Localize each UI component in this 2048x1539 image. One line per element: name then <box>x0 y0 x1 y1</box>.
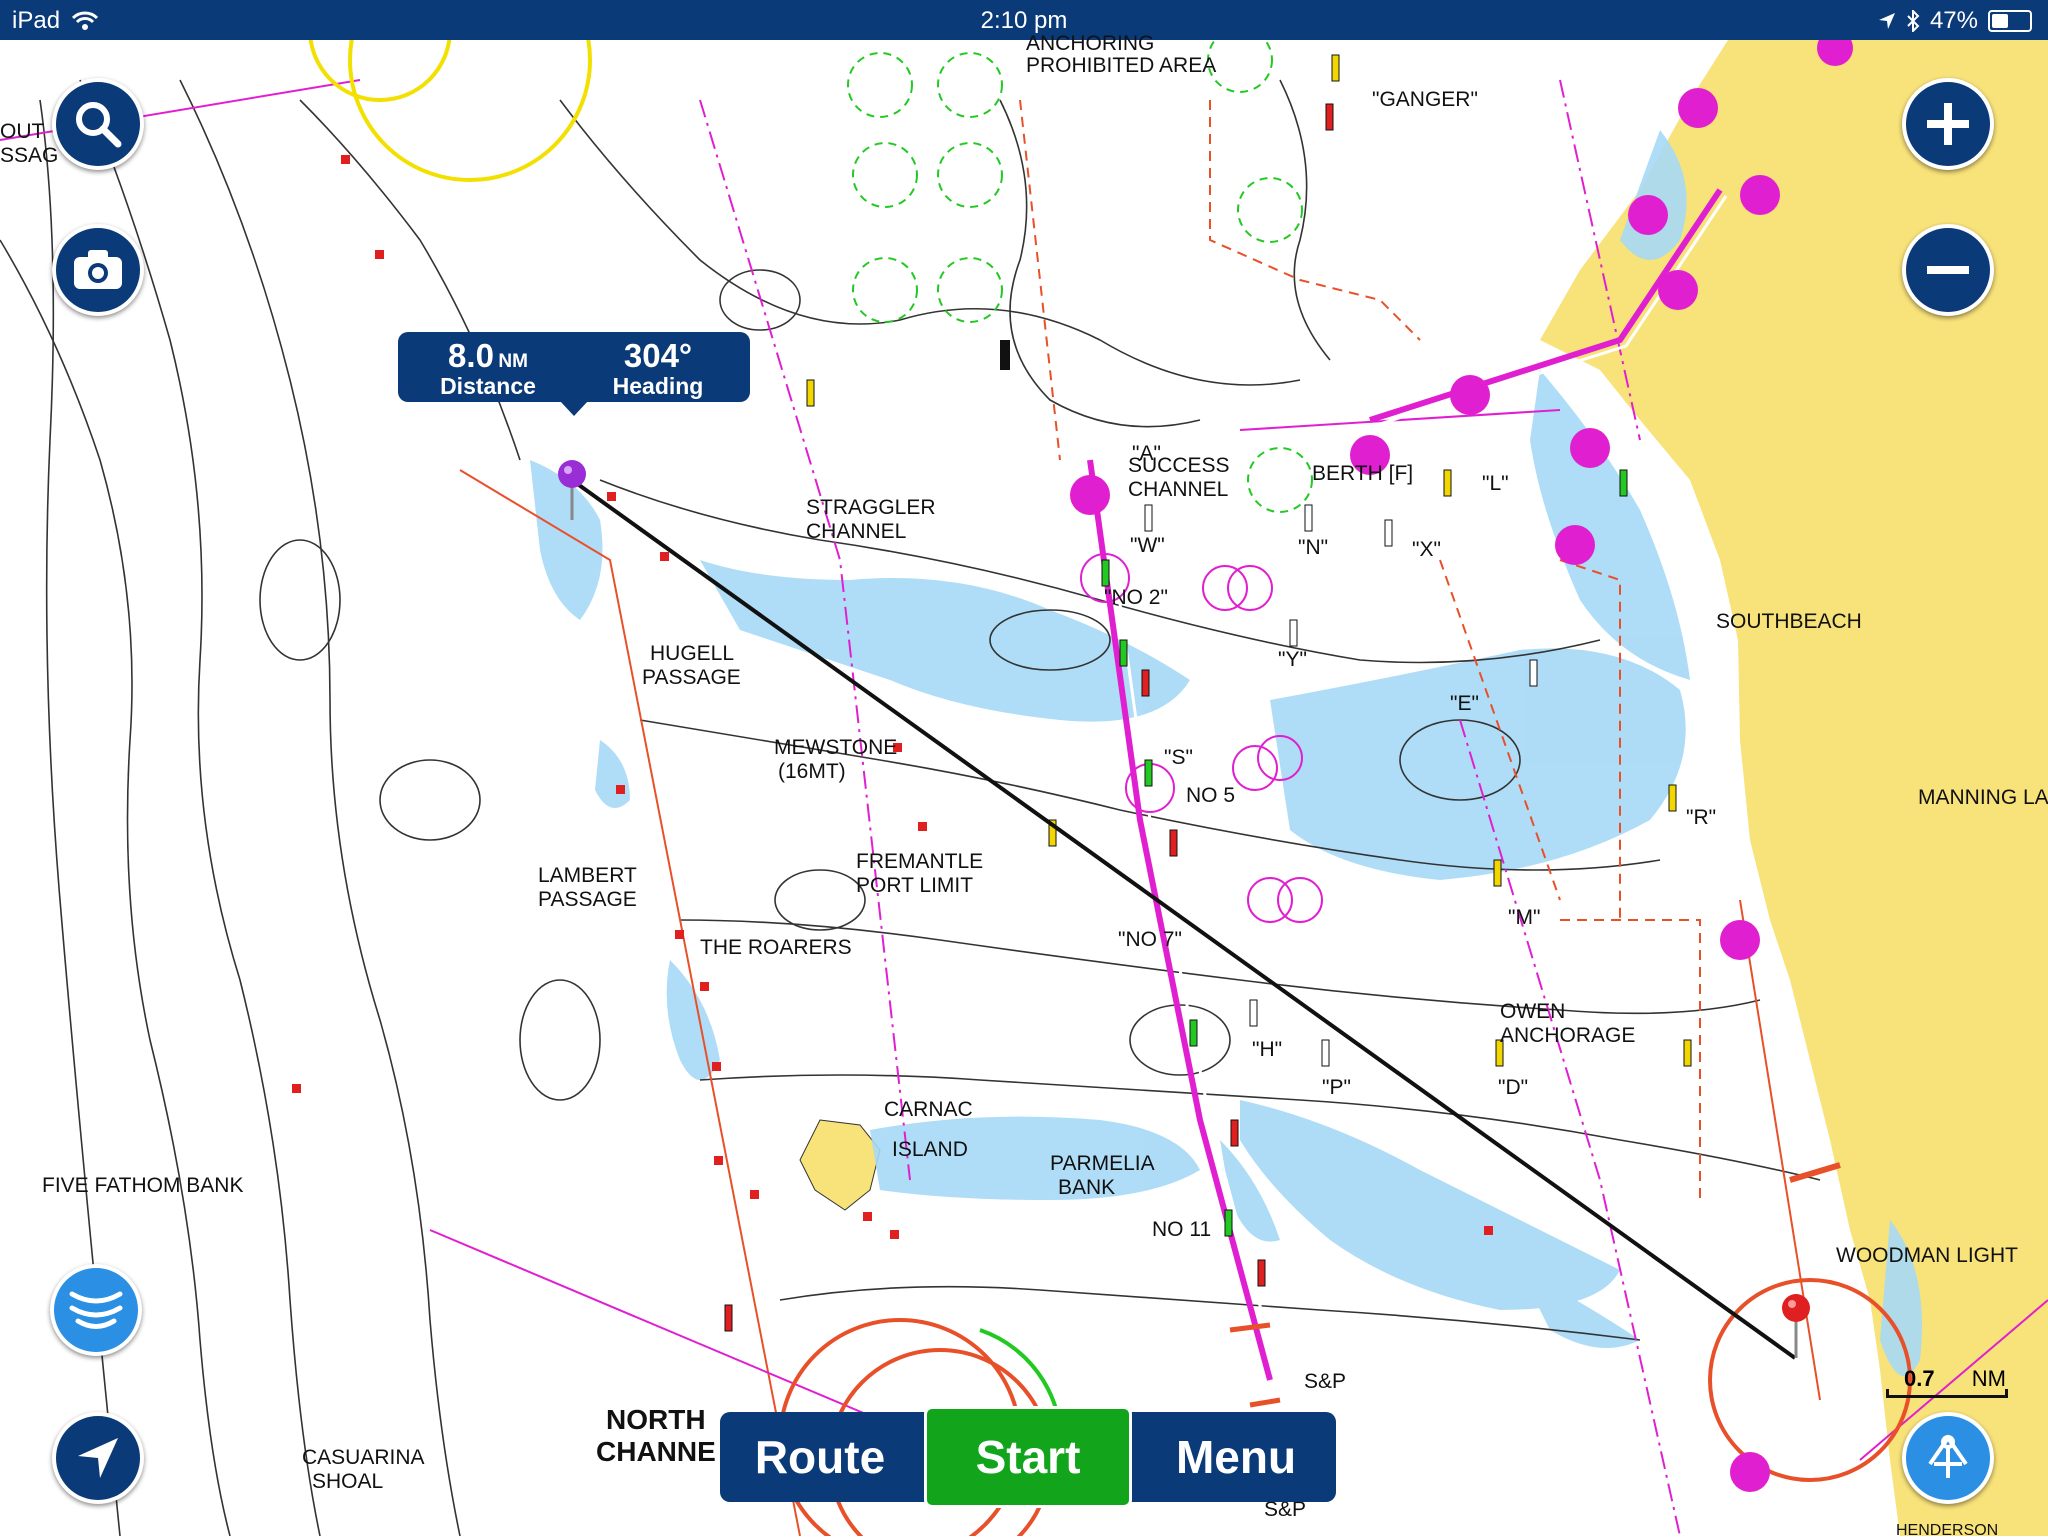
anchor-button[interactable] <box>1902 1412 1994 1504</box>
label-shoal: SHOAL <box>312 1470 384 1493</box>
heading-readout: 304° Heading <box>578 337 738 399</box>
label-the-roarers: THE ROARERS <box>700 936 852 959</box>
label-port-limit: PORT LIMIT <box>856 874 974 897</box>
distance-unit: NM <box>498 351 528 372</box>
label-no2: "NO 2" <box>1104 586 1168 609</box>
label-d: "D" <box>1498 1076 1529 1099</box>
sonar-icon <box>69 1291 123 1329</box>
label-out: OUT <box>0 120 45 143</box>
distance-readout: 8.0 NM Distance <box>408 337 568 399</box>
label-sp-1: S&P <box>1304 1370 1347 1393</box>
scale-bar: 0.7 NM <box>1884 1366 2010 1402</box>
search-button[interactable] <box>52 78 144 170</box>
label-north: NORTH <box>606 1404 706 1435</box>
status-bar: iPad 2:10 pm 47% <box>0 0 2048 40</box>
label-r: "R" <box>1686 806 1717 829</box>
label-n: "N" <box>1298 536 1329 559</box>
nautical-chart[interactable] <box>0 40 2048 1536</box>
camera-button[interactable] <box>52 224 144 316</box>
label-parmelia: PARMELIA <box>1050 1152 1155 1175</box>
label-straggler: STRAGGLER <box>806 496 936 519</box>
zoom-in-button[interactable] <box>1902 78 1994 170</box>
label-a: "A" <box>1132 442 1161 465</box>
label-carnac: CARNAC <box>884 1098 973 1121</box>
label-manning: MANNING LA <box>1918 786 2048 809</box>
route-button[interactable]: Route <box>720 1412 920 1502</box>
label-fremantle: FREMANTLE <box>856 850 984 873</box>
search-icon <box>76 102 122 148</box>
label-w: "W" <box>1130 534 1165 557</box>
label-island: ISLAND <box>892 1138 968 1161</box>
heading-label: Heading <box>612 373 704 399</box>
label-m: "M" <box>1508 906 1541 929</box>
label-hugell-passage: PASSAGE <box>642 666 741 689</box>
label-mewstone-height: (16MT) <box>778 760 846 783</box>
label-henderson-cut: HENDERSON <box>1896 1522 1999 1539</box>
label-channel-cut: CHANNE <box>596 1436 716 1467</box>
readout-pointer <box>560 401 588 416</box>
zoom-out-button[interactable] <box>1902 224 1994 316</box>
camera-icon <box>74 250 122 289</box>
label-p: "P" <box>1322 1076 1351 1099</box>
navigate-button[interactable] <box>52 1412 144 1504</box>
label-y: "Y" <box>1278 648 1307 671</box>
label-success-channel: CHANNEL <box>1128 478 1229 501</box>
label-no7: "NO 7" <box>1118 928 1182 951</box>
label-x: "X" <box>1412 538 1441 561</box>
distance-value: 8.0 <box>448 337 494 374</box>
bluetooth-icon <box>1907 10 1920 32</box>
label-anchorage: ANCHORAGE <box>1500 1024 1636 1047</box>
label-e: "E" <box>1450 692 1479 715</box>
label-s: "S" <box>1164 746 1193 769</box>
label-l: "L" <box>1482 472 1509 495</box>
label-anchoring: ANCHORING <box>1026 32 1155 55</box>
label-woodman-light: WOODMAN LIGHT <box>1836 1244 2018 1267</box>
measure-readout[interactable]: 8.0 NM Distance 304° Heading <box>398 332 750 416</box>
anchor-icon <box>1928 1434 1968 1478</box>
label-lambert: LAMBERT <box>538 864 637 887</box>
label-lambert-passage: PASSAGE <box>538 888 637 911</box>
location-arrow-icon <box>1878 13 1895 29</box>
label-hugell: HUGELL <box>650 642 735 665</box>
scale-line <box>1886 1389 2008 1398</box>
clock: 2:10 pm <box>980 7 1068 34</box>
start-button[interactable]: Start <box>924 1406 1132 1508</box>
battery-icon <box>1988 10 2032 32</box>
label-passage-cut: SSAG <box>0 144 59 167</box>
route-bar: Route Start Menu <box>720 1406 1336 1508</box>
label-h: "H" <box>1252 1038 1283 1061</box>
distance-label: Distance <box>440 373 536 399</box>
label-bank: BANK <box>1058 1176 1116 1199</box>
label-no11: NO 11 <box>1152 1218 1212 1241</box>
label-prohibited-area: PROHIBITED AREA <box>1026 54 1217 77</box>
menu-button[interactable]: Menu <box>1136 1412 1336 1502</box>
location-arrow-icon <box>78 1438 118 1478</box>
label-mewstone: MEWSTONE <box>774 736 898 759</box>
label-owen: OWEN <box>1500 1000 1566 1023</box>
plus-icon <box>1927 103 1969 145</box>
sonar-button[interactable] <box>50 1264 142 1356</box>
label-no5: NO 5 <box>1186 784 1236 807</box>
label-ganger: "GANGER" <box>1372 88 1478 111</box>
label-berth: BERTH [F] <box>1312 462 1414 485</box>
minus-icon <box>1927 266 1969 274</box>
label-five-fathom-bank: FIVE FATHOM BANK <box>42 1174 244 1197</box>
battery-percent: 47% <box>1929 7 1978 34</box>
label-southbeach: SOUTHBEACH <box>1716 610 1862 633</box>
battery-fill <box>1992 14 2008 28</box>
label-casuarina: CASUARINA <box>302 1446 425 1469</box>
heading-value: 304° <box>623 337 693 374</box>
label-straggler-channel: CHANNEL <box>806 520 907 543</box>
